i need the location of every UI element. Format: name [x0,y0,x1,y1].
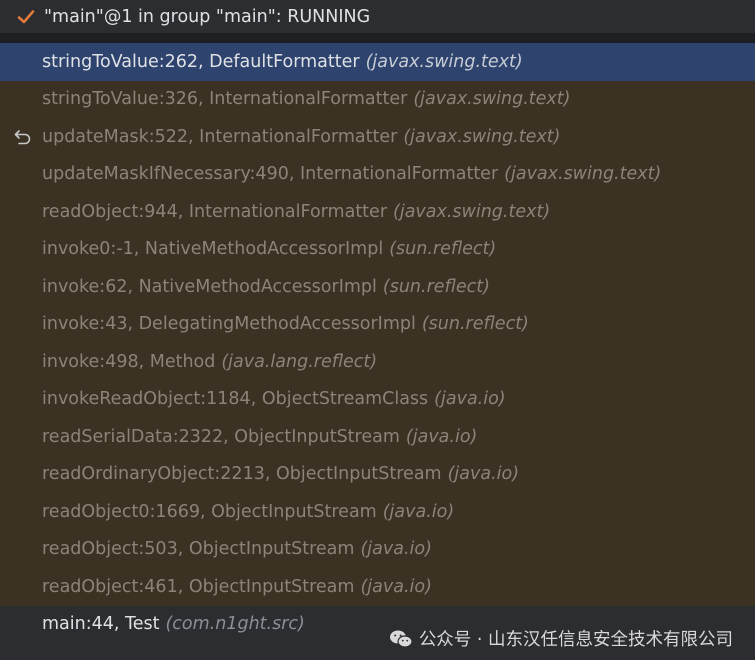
frame-package: (javax.swing.text) [504,164,662,185]
frame-location: readObject:503, ObjectInputStream [42,539,355,560]
stack-frame-selected[interactable]: stringToValue:262, DefaultFormatter (java… [0,43,755,81]
frame-location: readObject0:1669, ObjectInputStream [42,501,377,522]
stack-frame[interactable]: stringToValue:326, InternationalFormatte… [0,80,755,118]
frame-package: (java.io) [447,464,520,485]
stack-frame[interactable]: readObject:503, ObjectInputStream (java.i… [0,530,755,568]
frame-location: invoke:43, DelegatingMethodAccessorImpl [42,314,416,335]
frame-location: main:44, Test [42,614,160,635]
frame-location: invoke0:-1, NativeMethodAccessorImpl [42,239,384,260]
frame-package: (com.n1ght.src) [165,614,305,635]
stack-frame[interactable]: invoke:62, NativeMethodAccessorImpl (sun.… [0,268,755,306]
frame-package: (java.lang.reflect) [221,351,378,372]
frame-package: (javax.swing.text) [365,51,523,72]
frame-package: (java.io) [405,426,478,447]
frame-location: invoke:62, NativeMethodAccessorImpl [42,276,377,297]
frame-package: (sun.reflect) [389,239,497,260]
thread-selector[interactable]: "main"@1 in group "main": RUNNING [0,0,755,33]
frame-location: updateMaskIfNecessary:490, International… [42,164,499,185]
frames-list: stringToValue:262, DefaultFormatter (java… [0,43,755,660]
frame-location: invokeReadObject:1184, ObjectStreamClass [42,389,429,410]
stack-frame[interactable]: invoke:43, DelegatingMethodAccessorImpl(… [0,305,755,343]
frame-gutter [0,128,42,146]
check-icon [16,7,36,27]
frame-package: (javax.swing.text) [393,201,551,222]
frame-location: readSerialData:2322, ObjectInputStream [42,426,400,447]
stack-frame[interactable]: readObject0:1669, ObjectInputStream (java… [0,493,755,531]
frame-location: readObject:461, ObjectInputStream [42,576,355,597]
frame-package: (java.io) [360,576,432,597]
frame-location: readOrdinaryObject:2213, ObjectInputStre… [42,464,442,485]
frame-location: stringToValue:262, DefaultFormatter [42,51,360,72]
frame-package: (sun.reflect) [382,276,490,297]
frame-location: stringToValue:326, InternationalFormatte… [42,89,408,110]
frame-package: (java.io) [360,539,432,560]
drop-frame-icon[interactable] [13,128,33,146]
frame-package: (sun.reflect) [421,314,529,335]
stack-frame[interactable]: invokeReadObject:1184, ObjectStreamClass… [0,380,755,418]
watermark: 公众号 · 山东汉任信息安全技术有限公司 [389,626,733,651]
stack-frame[interactable]: readObject:944, InternationalFormatter (j… [0,193,755,231]
stack-frame[interactable]: readObject:461, ObjectInputStream (java.i… [0,568,755,606]
thread-title: "main"@1 in group "main": RUNNING [44,6,371,27]
stack-frame[interactable]: readOrdinaryObject:2213, ObjectInputStre… [0,455,755,493]
stack-frame[interactable]: invoke0:-1, NativeMethodAccessorImpl (sun… [0,230,755,268]
frame-location: readObject:944, InternationalFormatter [42,201,388,222]
frame-package: (java.io) [434,389,506,410]
frame-location: updateMask:522, InternationalFormatter [42,126,398,147]
frame-package: (javax.swing.text) [403,126,561,147]
watermark-text: 公众号 · 山东汉任信息安全技术有限公司 [418,630,733,650]
frame-package: (java.io) [382,501,455,522]
wechat-icon [389,629,413,649]
frame-package: (javax.swing.text) [413,89,571,110]
stack-frame[interactable]: updateMaskIfNecessary:490, International… [0,155,755,193]
stack-frame[interactable]: invoke:498, Method (java.lang.reflect) [0,343,755,381]
stack-frame[interactable]: readSerialData:2322, ObjectInputStream (j… [0,418,755,456]
stack-frame[interactable]: updateMask:522, InternationalFormatter (j… [0,118,755,156]
frame-location: invoke:498, Method [42,351,216,372]
divider [0,33,755,43]
